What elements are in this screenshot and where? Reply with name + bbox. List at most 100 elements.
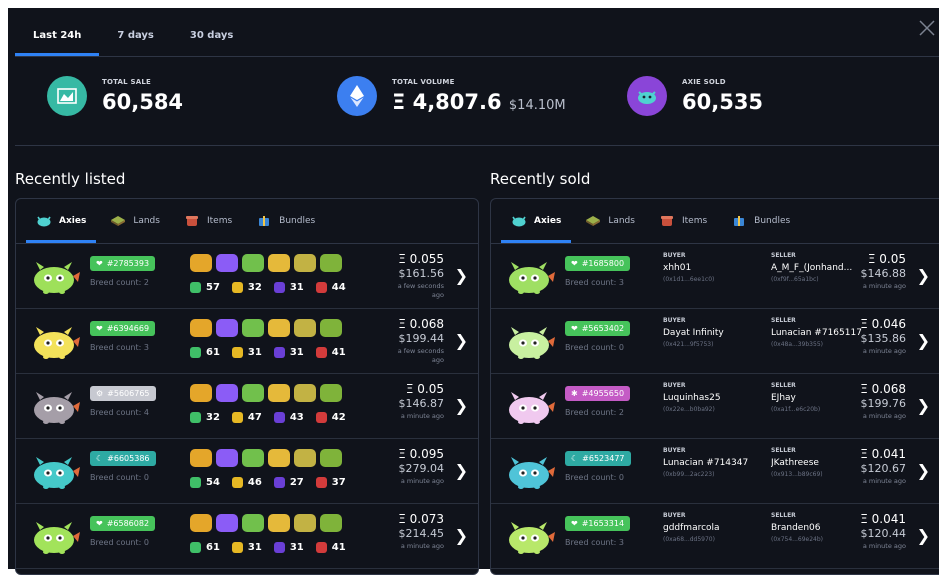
buyer-name[interactable]: Luquinhas25	[663, 393, 763, 403]
chevron-right-icon[interactable]: ❯	[917, 526, 930, 545]
table-row[interactable]: ❤ #1653314 Breed count: 3 BUYER gddfmarcola (…	[491, 504, 939, 569]
chevron-right-icon[interactable]: ❯	[455, 461, 468, 480]
tab-bundles[interactable]: Bundles	[719, 199, 802, 243]
tab-last-24h[interactable]: Last 24h	[15, 22, 100, 56]
chevron-right-icon[interactable]: ❯	[917, 396, 930, 415]
tab-bundles[interactable]: Bundles	[244, 199, 327, 243]
table-row[interactable]: ❤ #6586082 Breed count: 0 61 31 31 41 Ξ 0.073 $2…	[16, 504, 478, 569]
table-row[interactable]: ❤ #2785393 Breed count: 2 57 32 31 44 Ξ 0.055 $1…	[16, 244, 478, 309]
axie-id-badge[interactable]: ❤ #6586082	[90, 516, 156, 531]
chevron-right-icon[interactable]: ❯	[917, 331, 930, 350]
axie-id-badge[interactable]: ☾ #6605386	[90, 451, 156, 466]
back-part-icon	[242, 514, 264, 532]
chevron-right-icon[interactable]: ❯	[917, 266, 930, 285]
ears-part-icon	[216, 254, 238, 272]
table-row[interactable]: ❤ #1685800 Breed count: 3 BUYER xhh01 (0x1d1.…	[491, 244, 939, 309]
table-row[interactable]: ⚙ #5606765 Breed count: 4 32 47 43 42 Ξ 0.05 $14…	[16, 374, 478, 439]
eyes-part-icon	[190, 514, 212, 532]
chevron-right-icon[interactable]: ❯	[917, 461, 930, 480]
stat-item: 27	[273, 477, 304, 488]
axie-id: #5653402	[581, 324, 625, 333]
stat-number: 37	[331, 477, 346, 488]
axie-id-badge[interactable]: ✱ #4955650	[565, 386, 631, 401]
stat-number: 32	[247, 282, 262, 293]
tab-30-days[interactable]: 30 days	[172, 22, 251, 56]
buyer-name[interactable]: Dayat Infinity	[663, 328, 763, 338]
seller-name[interactable]: Branden06	[771, 523, 871, 533]
axie-id-badge[interactable]: ❤ #1653314	[565, 516, 631, 531]
stat-number: 44	[331, 282, 346, 293]
time-line: ago	[431, 356, 444, 364]
seller-name[interactable]: A_M_F_(Jonhand...	[771, 263, 871, 273]
skill-icon	[273, 542, 285, 553]
table-row[interactable]: ❤ #5653402 Breed count: 0 BUYER Dayat Infini…	[491, 309, 939, 374]
axie-avatar[interactable]	[501, 384, 557, 426]
bundle-icon	[731, 215, 747, 227]
tab-items[interactable]: Items	[647, 199, 719, 243]
stat-label: TOTAL VOLUME	[392, 78, 455, 86]
price-eth: Ξ 0.05	[405, 382, 444, 396]
table-row[interactable]: ☾ #6605386 Breed count: 0 54 46 27 37 Ξ 0.095 $2…	[16, 439, 478, 504]
tab-lands[interactable]: Lands	[98, 199, 172, 243]
axie-id-badge[interactable]: ☾ #6523477	[565, 451, 631, 466]
tab-axies[interactable]: Axies	[499, 199, 573, 243]
buyer-address: (0xb99...2ac223)	[663, 471, 715, 478]
back-part-icon	[242, 254, 264, 272]
axie-id-badge[interactable]: ❤ #5653402	[565, 321, 631, 336]
seller-name[interactable]: Lunacian #7165117	[771, 328, 871, 338]
axie-id-badge[interactable]: ❤ #6394669	[90, 321, 156, 336]
axie-icon	[511, 215, 527, 227]
tab-7-days[interactable]: 7 days	[99, 22, 172, 56]
axie-avatar[interactable]	[26, 319, 82, 361]
sold-time: a minute ago	[862, 412, 906, 420]
breed-count: Breed count: 3	[90, 343, 149, 352]
chevron-right-icon[interactable]: ❯	[455, 526, 468, 545]
stat-item: 43	[273, 412, 304, 423]
chevron-right-icon[interactable]: ❯	[455, 331, 468, 350]
stat-item: 42	[315, 412, 346, 423]
table-row[interactable]: ✱ #4955650 Breed count: 2 BUYER Luquinhas25 (…	[491, 374, 939, 439]
price-eth: Ξ 0.046	[860, 317, 906, 331]
stat-number: 41	[331, 347, 346, 358]
stat-item: 61	[190, 542, 220, 553]
axie-avatar[interactable]	[26, 449, 82, 491]
heart-class-icon: ❤	[571, 519, 578, 528]
axie-avatar[interactable]	[26, 384, 82, 426]
axie-avatar[interactable]	[501, 319, 557, 361]
price-usd: $146.87	[398, 397, 445, 410]
tab-axies[interactable]: Axies	[24, 199, 98, 243]
stat-label: TOTAL SALE	[102, 78, 151, 86]
stat-value: Ξ 4,807.6	[392, 90, 502, 114]
buyer-name[interactable]: xhh01	[663, 263, 763, 273]
table-row[interactable]: ❤ #6394669 Breed count: 3 61 31 31 41 Ξ 0.068 $1…	[16, 309, 478, 374]
axie-avatar[interactable]	[501, 449, 557, 491]
axie-id-badge[interactable]: ❤ #2785393	[90, 256, 156, 271]
item-icon	[184, 215, 200, 227]
seller-info: SELLER Lunacian #7165117 (0x48a...39b355)	[771, 317, 871, 348]
tab-lands[interactable]: Lands	[573, 199, 647, 243]
axie-avatar[interactable]	[501, 254, 557, 296]
axie-avatar[interactable]	[501, 514, 557, 556]
buyer-name[interactable]: gddfmarcola	[663, 523, 763, 533]
tab-items[interactable]: Items	[172, 199, 244, 243]
seller-name[interactable]: EJhay	[771, 393, 871, 403]
morale-icon	[315, 282, 327, 293]
buyer-info: BUYER Dayat Infinity (0x421...9f5753)	[663, 317, 763, 348]
buyer-name[interactable]: Lunacian #714347	[663, 458, 763, 468]
heart-class-icon: ❤	[571, 259, 578, 268]
chevron-right-icon[interactable]: ❯	[455, 266, 468, 285]
seller-label: SELLER	[771, 317, 796, 324]
axie-id-badge[interactable]: ⚙ #5606765	[90, 386, 156, 401]
axie-avatar[interactable]	[26, 514, 82, 556]
buyer-label: BUYER	[663, 447, 686, 454]
seller-name[interactable]: JKathreese	[771, 458, 871, 468]
axie-id-badge[interactable]: ❤ #1685800	[565, 256, 631, 271]
seller-address: (0xa1f...e6c20b)	[771, 406, 821, 413]
close-icon[interactable]	[917, 18, 939, 40]
chevron-right-icon[interactable]: ❯	[455, 396, 468, 415]
listed-time: a few seconds ago	[398, 347, 444, 365]
price-usd: $279.04	[398, 462, 445, 475]
axie-avatar[interactable]	[26, 254, 82, 296]
table-row[interactable]: ☾ #6523477 Breed count: 0 BUYER Lunacian #71…	[491, 439, 939, 504]
stat-number: 31	[289, 542, 304, 553]
